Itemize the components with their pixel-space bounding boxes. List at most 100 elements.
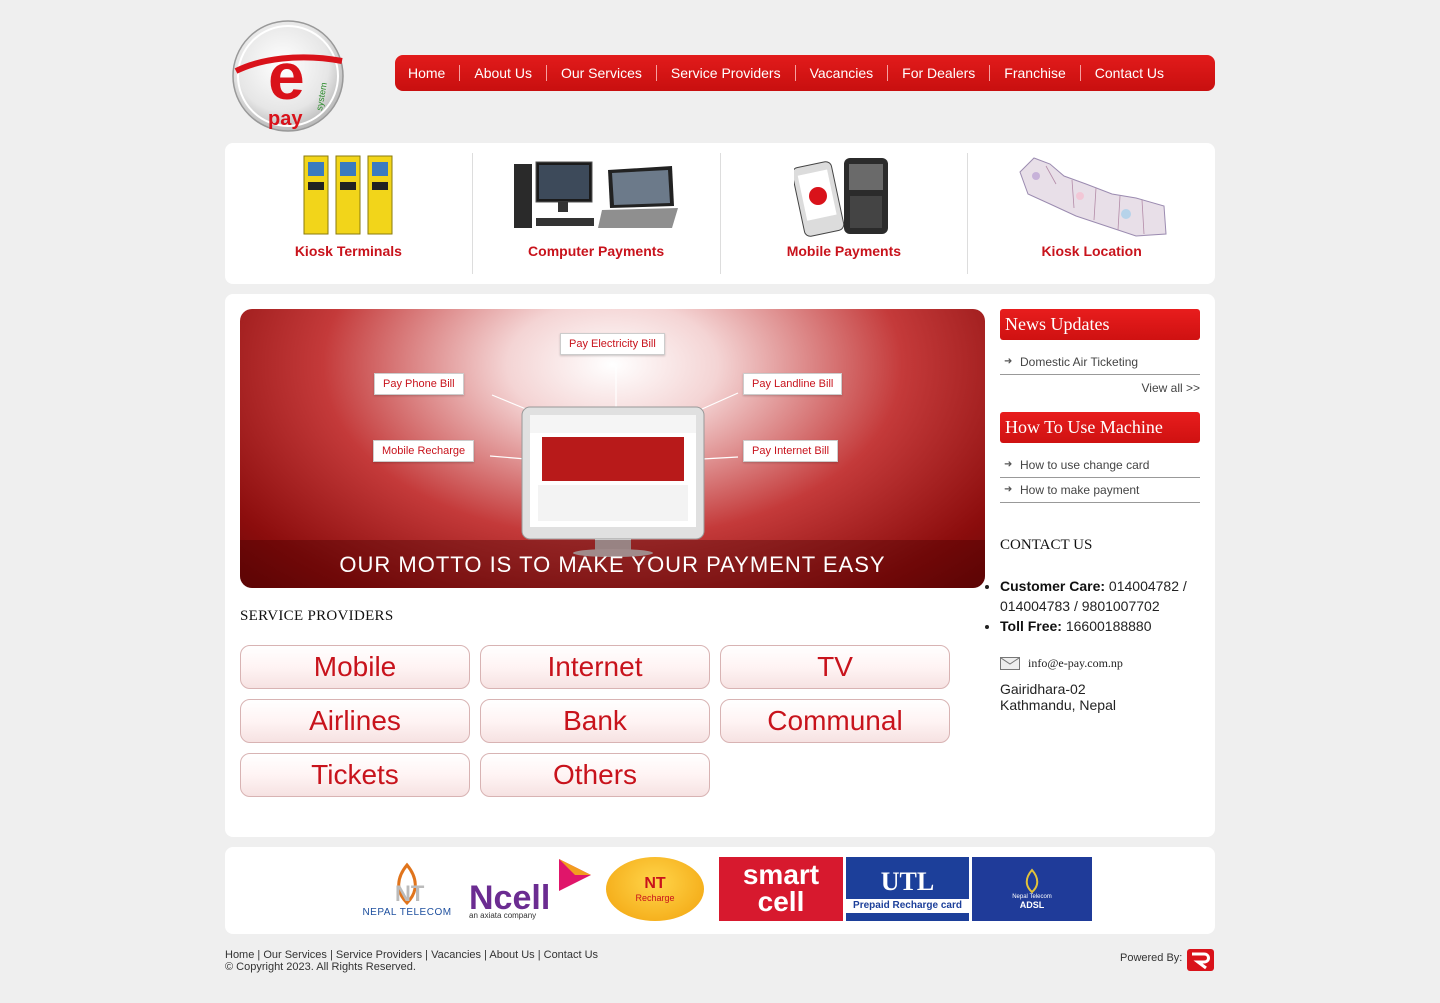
feature-label: Mobile Payments xyxy=(786,243,902,259)
arrow-right-icon: ➜ xyxy=(1004,484,1013,495)
nav-service-providers[interactable]: Service Providers xyxy=(655,65,795,81)
sp-internet-button[interactable]: Internet xyxy=(480,645,710,689)
view-all-link[interactable]: View all >> xyxy=(1000,381,1200,395)
sp-airlines-button[interactable]: Airlines xyxy=(240,699,470,743)
ncell-sub-text: an axiata company xyxy=(469,911,537,920)
footer-vacancies-link[interactable]: Vacancies xyxy=(431,949,481,961)
epay-logo[interactable]: e pay system xyxy=(230,19,346,133)
toll-free-value: 16600188880 xyxy=(1061,618,1152,634)
svg-text:e: e xyxy=(268,39,305,113)
news-item-label: Domestic Air Ticketing xyxy=(1020,355,1139,369)
utl-logo[interactable]: UTL Prepaid Recharge card xyxy=(846,857,969,921)
banner-slideshow[interactable]: Pay Electricity Bill Pay Phone Bill Pay … xyxy=(240,309,985,588)
howto-item-label: How to make payment xyxy=(1020,483,1140,497)
kiosk-terminals-image xyxy=(302,153,394,239)
main-nav: Home About Us Our Services Service Provi… xyxy=(395,55,1215,91)
sidebar: News Updates ➜ Domestic Air Ticketing Vi… xyxy=(1000,309,1200,713)
service-providers-title: SERVICE PROVIDERS xyxy=(240,608,394,624)
contact-list: Customer Care: 014004782 / 014004783 / 9… xyxy=(1000,576,1200,636)
feature-strip: Kiosk Terminals Computer Payments Mobile… xyxy=(225,143,1215,284)
nt-recharge-text: NT xyxy=(644,875,666,892)
howto-item-label: How to use change card xyxy=(1020,458,1150,472)
address-line-2: Kathmandu, Nepal xyxy=(1000,697,1116,713)
svg-text:NT: NT xyxy=(395,881,425,906)
sp-others-button[interactable]: Others xyxy=(480,753,710,797)
pay-internet-bill-tag: Pay Internet Bill xyxy=(743,440,839,462)
footer-our-services-link[interactable]: Our Services xyxy=(263,949,327,961)
footer-links: Home | Our Services | Service Providers … xyxy=(225,949,599,961)
powered-by-label: Powered By: xyxy=(1120,952,1183,964)
utl-text: UTL xyxy=(880,867,935,896)
nepal-telecom-text: NEPAL TELECOM xyxy=(362,906,452,918)
email-row: info@e-pay.com.np xyxy=(1000,656,1200,671)
envelope-icon xyxy=(1000,657,1020,670)
nt-recharge-logo[interactable]: NT Recharge xyxy=(605,857,705,921)
nepal-telecom-logo[interactable]: NT NEPAL TELECOM xyxy=(357,857,457,921)
feature-label: Kiosk Location xyxy=(1041,243,1142,259)
nepal-map-image xyxy=(1016,153,1168,239)
address: Gairidhara-02 Kathmandu, Nepal xyxy=(1000,681,1200,713)
developer-logo[interactable] xyxy=(1186,948,1215,972)
nepal-telecom-emblem-icon: NT xyxy=(395,862,425,906)
feature-label: Kiosk Terminals xyxy=(294,243,402,259)
banner-motto: OUR MOTTO IS TO MAKE YOUR PAYMENT EASY xyxy=(240,540,985,588)
contact-us-title: CONTACT US xyxy=(1000,537,1093,553)
news-item[interactable]: ➜ Domestic Air Ticketing xyxy=(1000,350,1200,375)
sp-tickets-button[interactable]: Tickets xyxy=(240,753,470,797)
adsl-emblem-icon xyxy=(1025,868,1039,894)
nav-home[interactable]: Home xyxy=(395,65,459,81)
ncell-arrow-icon xyxy=(559,859,591,891)
nav-vacancies[interactable]: Vacancies xyxy=(794,65,888,81)
toll-free-item: Toll Free: 16600188880 xyxy=(1000,616,1200,636)
footer-contact-us-link[interactable]: Contact Us xyxy=(544,949,598,961)
customer-care-label: Customer Care: xyxy=(1000,578,1106,594)
arrow-right-icon: ➜ xyxy=(1004,459,1013,470)
nav-for-dealers[interactable]: For Dealers xyxy=(887,65,989,81)
feature-kiosk-location[interactable]: Kiosk Location xyxy=(967,153,1215,274)
news-list: ➜ Domestic Air Ticketing xyxy=(1000,350,1200,375)
mobile-recharge-tag: Mobile Recharge xyxy=(373,440,475,462)
feature-label: Computer Payments xyxy=(528,243,665,259)
howto-item[interactable]: ➜ How to make payment xyxy=(1000,478,1200,503)
ncell-logo[interactable]: Ncell an axiata company xyxy=(469,857,595,921)
nt-adsl-logo[interactable]: Nepal Telecom ADSL xyxy=(972,857,1092,921)
copyright: © Copyright 2023. All Rights Reserved. xyxy=(225,961,416,973)
sp-communal-button[interactable]: Communal xyxy=(720,699,950,743)
nav-contact-us[interactable]: Contact Us xyxy=(1079,65,1178,81)
arrow-right-icon: ➜ xyxy=(1004,356,1013,367)
smartcell-logo[interactable]: smart cell xyxy=(719,857,843,921)
mobile-phones-image xyxy=(793,153,894,239)
pay-phone-bill-tag: Pay Phone Bill xyxy=(374,373,464,395)
nav-franchise[interactable]: Franchise xyxy=(989,65,1079,81)
partner-logos: NT NEPAL TELECOM Ncell an axiata company… xyxy=(225,847,1215,934)
how-to-use-heading: How To Use Machine xyxy=(1000,412,1200,443)
nav-our-services[interactable]: Our Services xyxy=(545,65,656,81)
footer-service-providers-link[interactable]: Service Providers xyxy=(336,949,422,961)
footer-home-link[interactable]: Home xyxy=(225,949,254,961)
feature-computer-payments[interactable]: Computer Payments xyxy=(471,153,720,274)
main-panel: Pay Electricity Bill Pay Phone Bill Pay … xyxy=(225,294,1215,837)
service-providers-grid: Mobile Internet TV Airlines Bank Communa… xyxy=(240,645,960,797)
toll-free-label: Toll Free: xyxy=(1000,618,1062,634)
email-link[interactable]: info@e-pay.com.np xyxy=(1028,656,1123,671)
pay-landline-bill-tag: Pay Landline Bill xyxy=(743,373,843,395)
sp-tv-button[interactable]: TV xyxy=(720,645,950,689)
feature-kiosk-terminals[interactable]: Kiosk Terminals xyxy=(225,153,472,274)
feature-mobile-payments[interactable]: Mobile Payments xyxy=(719,153,968,274)
utl-sub-text: Prepaid Recharge card xyxy=(846,899,969,913)
news-updates-heading: News Updates xyxy=(1000,309,1200,340)
howto-list: ➜ How to use change card ➜ How to make p… xyxy=(1000,453,1200,503)
smartcell-text-line1: smart xyxy=(742,859,820,890)
customer-care-item: Customer Care: 014004782 / 014004783 / 9… xyxy=(1000,576,1200,616)
sp-mobile-button[interactable]: Mobile xyxy=(240,645,470,689)
smartcell-text-line2: cell xyxy=(757,886,805,917)
address-line-1: Gairidhara-02 xyxy=(1000,681,1086,697)
footer-about-us-link[interactable]: About Us xyxy=(489,949,534,961)
sp-bank-button[interactable]: Bank xyxy=(480,699,710,743)
nav-about-us[interactable]: About Us xyxy=(459,65,546,81)
computers-image xyxy=(512,153,680,239)
nt-recharge-sub-text: Recharge xyxy=(635,893,675,903)
adsl-text-line2: ADSL xyxy=(1019,900,1045,910)
howto-item[interactable]: ➜ How to use change card xyxy=(1000,453,1200,478)
pay-electricity-bill-tag: Pay Electricity Bill xyxy=(560,333,665,355)
